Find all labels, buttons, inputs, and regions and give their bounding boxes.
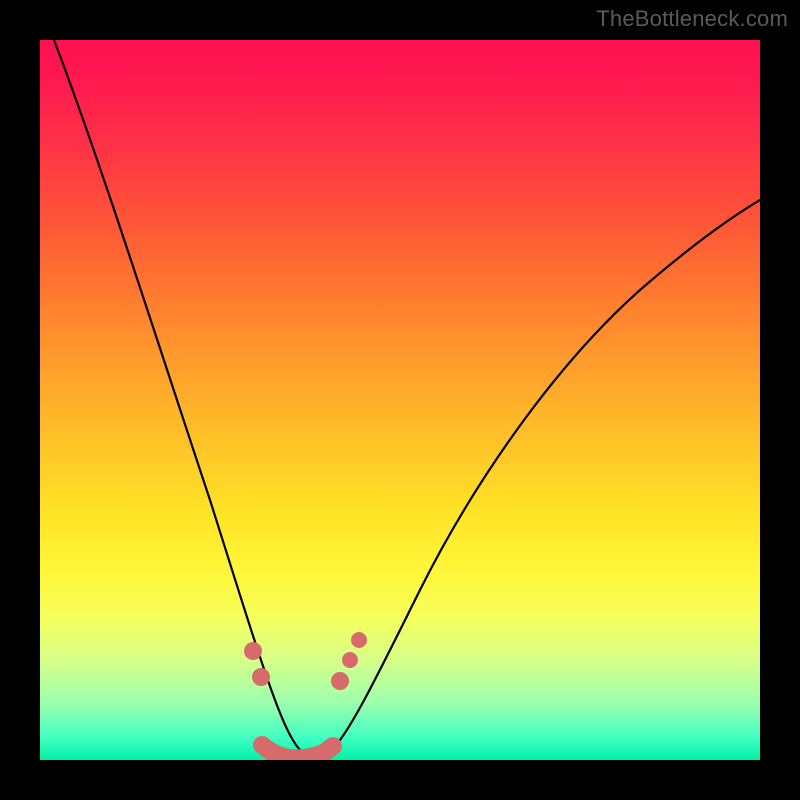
bead-left-1 [244, 642, 262, 660]
bead-left-2 [252, 668, 270, 686]
plot-area [40, 40, 760, 760]
bead-right-3 [351, 632, 367, 648]
bead-right-1 [331, 672, 349, 690]
chart-frame: TheBottleneck.com [0, 0, 800, 800]
watermark-text: TheBottleneck.com [596, 6, 788, 32]
curve-svg [40, 40, 760, 760]
bottleneck-curve [54, 40, 760, 757]
bead-right-2 [342, 652, 358, 668]
